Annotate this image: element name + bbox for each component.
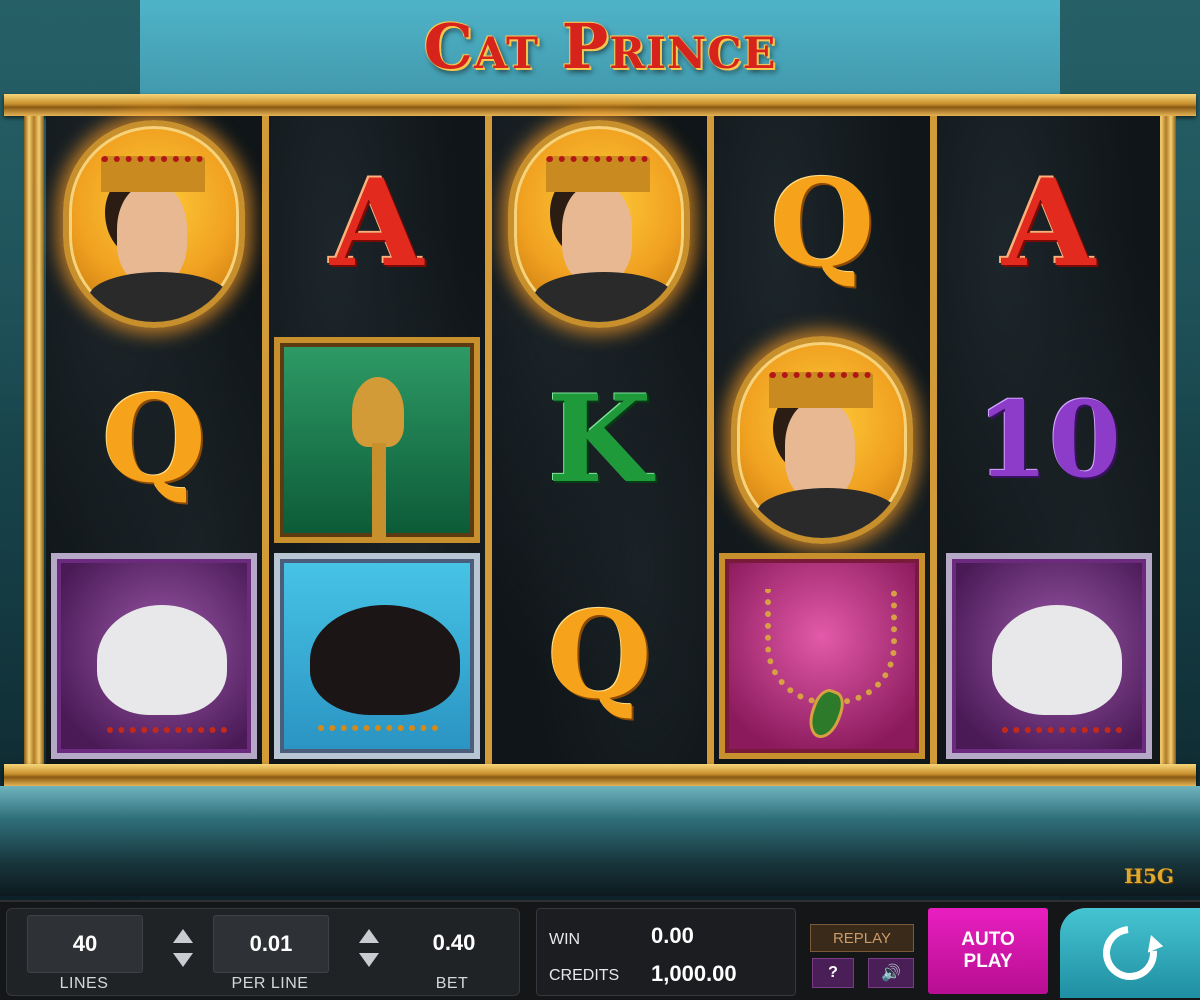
symbol-ruby-necklace xyxy=(714,548,930,764)
game-title-text: Cat Prince xyxy=(423,9,777,83)
symbol-q-letter: Q xyxy=(770,153,875,294)
bet-panel: 40 LINES 0.01 PER LINE 0.40 BET xyxy=(6,908,520,996)
symbol-10: 10 xyxy=(937,332,1160,548)
studio-logo: H5G xyxy=(1124,864,1174,888)
sound-toggle-button[interactable]: 🔊 xyxy=(868,958,914,988)
auto-play-button[interactable]: AUTO PLAY xyxy=(928,908,1048,994)
symbol-q: Q xyxy=(492,548,708,764)
black-panther-icon xyxy=(273,553,480,759)
symbol-golden-cat-idol xyxy=(269,332,485,548)
symbol-q: Q xyxy=(46,332,262,548)
symbol-snow-leopard xyxy=(46,548,262,764)
symbol-snow-leopard xyxy=(937,548,1160,764)
win-credits-panel: WIN 0.00 CREDITS 1,000.00 xyxy=(536,908,796,996)
symbol-prince xyxy=(46,116,262,332)
lines-label: LINES xyxy=(59,975,109,992)
reel-frame-top xyxy=(4,94,1196,116)
reel-1: Q xyxy=(46,116,269,764)
golden-cat-idol-icon xyxy=(273,337,480,543)
win-value: 0.00 xyxy=(651,923,694,948)
game-title: Cat Prince xyxy=(0,0,1200,92)
bet-value: 0.40 xyxy=(432,930,476,955)
reel-2: A xyxy=(268,116,492,764)
bet-label: BET xyxy=(435,975,469,992)
reel-4: Q xyxy=(714,116,938,764)
symbol-k: K xyxy=(492,332,708,548)
lines-stepper xyxy=(171,929,195,979)
spin-arrow-icon xyxy=(1091,914,1169,992)
speaker-icon: 🔊 xyxy=(881,965,901,982)
snow-leopard-icon xyxy=(945,553,1152,759)
per-line-stepper xyxy=(357,929,381,979)
per-line-value: 0.01 xyxy=(213,915,329,973)
symbol-q-letter: Q xyxy=(101,369,207,510)
credits-label: CREDITS xyxy=(549,967,620,984)
prince-portrait-icon xyxy=(731,336,914,544)
symbol-a: A xyxy=(269,116,485,332)
snow-leopard-icon xyxy=(50,553,257,759)
reel-grid: Q A K Q Q A 10 xyxy=(46,116,1160,764)
spin-button[interactable] xyxy=(1060,908,1200,998)
help-button[interactable]: ? xyxy=(812,958,854,988)
per-line-increase-arrow-icon[interactable] xyxy=(359,929,379,943)
symbol-q-letter: Q xyxy=(547,585,652,726)
symbol-black-panther xyxy=(269,548,485,764)
symbol-a-letter: A xyxy=(330,153,424,294)
credits-value: 1,000.00 xyxy=(651,961,737,986)
auto-play-label-line1: AUTO xyxy=(961,929,1015,950)
replay-button[interactable]: REPLAY xyxy=(810,924,914,952)
lines-increase-arrow-icon[interactable] xyxy=(173,929,193,943)
prince-portrait-icon xyxy=(508,120,691,328)
lines-value: 40 xyxy=(27,915,143,973)
reel-frame-bottom xyxy=(4,764,1196,786)
symbol-prince xyxy=(714,332,930,548)
symbol-10-number: 10 xyxy=(976,378,1121,501)
symbol-a: A xyxy=(937,116,1160,332)
symbol-q: Q xyxy=(714,116,930,332)
win-label: WIN xyxy=(549,931,581,948)
auto-play-label-line2: PLAY xyxy=(963,951,1013,972)
frame-pillar-left xyxy=(24,116,44,766)
symbol-a-letter: A xyxy=(1002,153,1096,294)
symbol-prince xyxy=(492,116,708,332)
reel-3: K Q xyxy=(491,116,715,764)
lines-decrease-arrow-icon[interactable] xyxy=(173,953,193,967)
ruby-necklace-icon xyxy=(719,553,926,759)
per-line-label: PER LINE xyxy=(231,975,309,992)
symbol-k-letter: K xyxy=(547,369,652,510)
reel-5: A 10 xyxy=(937,116,1160,764)
background-floor xyxy=(0,786,1200,896)
prince-portrait-icon xyxy=(62,120,245,328)
per-line-decrease-arrow-icon[interactable] xyxy=(359,953,379,967)
